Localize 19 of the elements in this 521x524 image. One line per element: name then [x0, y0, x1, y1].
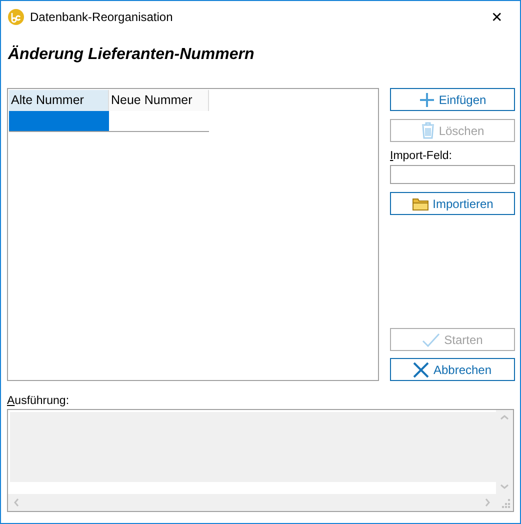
scrollbar[interactable]: [8, 494, 496, 511]
window-title: Datenbank-Reorganisation: [30, 10, 174, 24]
table-cell[interactable]: [9, 111, 109, 132]
trash-icon: [420, 122, 435, 139]
field-label: Import-Feld:: [390, 150, 452, 162]
cancel-button[interactable]: Abbrechen: [390, 358, 515, 381]
folder-icon: [412, 196, 429, 210]
column-header[interactable]: Alte Nummer: [9, 90, 109, 111]
app-logo-icon: [8, 8, 24, 24]
cross-icon: [413, 362, 430, 378]
input-field[interactable]: [390, 165, 515, 184]
field-label: Ausführung:: [7, 395, 70, 407]
close-button[interactable]: ✕: [482, 8, 512, 24]
check-icon: [422, 332, 440, 346]
dialog-heading: Änderung Lieferanten-Nummern: [8, 46, 256, 65]
add-button[interactable]: Einfügen: [390, 88, 515, 111]
plus-icon: [418, 92, 435, 108]
column-header[interactable]: Neue Nummer: [109, 90, 209, 111]
import-button[interactable]: Importieren: [390, 192, 515, 215]
